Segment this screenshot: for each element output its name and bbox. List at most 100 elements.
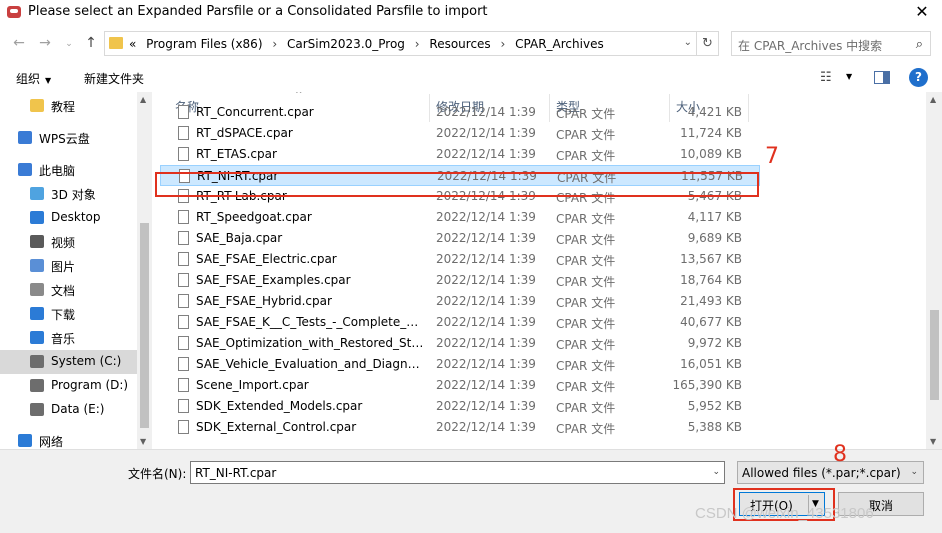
file-row[interactable]: SAE_Vehicle_Evaluation_and_Diagnost... 20… bbox=[160, 354, 760, 375]
address-row: ← → ⌄ ↑ « Program Files (x86) › CarSim20… bbox=[0, 30, 942, 58]
file-type: CPAR 文件 bbox=[556, 338, 616, 352]
file-row[interactable]: SAE_FSAE_Electric.cpar 2022/12/14 1:39 CPA… bbox=[160, 249, 760, 270]
file-size: 165,390 KB bbox=[672, 378, 742, 392]
file-row[interactable]: SAE_FSAE_Hybrid.cpar 2022/12/14 1:39 CPAR … bbox=[160, 291, 760, 312]
address-bar[interactable]: « Program Files (x86) › CarSim2023.0_Pro… bbox=[104, 31, 697, 56]
scroll-thumb[interactable] bbox=[930, 310, 939, 400]
chevron-right-icon[interactable]: › bbox=[272, 37, 277, 51]
chevron-right-icon[interactable]: › bbox=[501, 37, 506, 51]
file-size: 9,972 KB bbox=[687, 336, 742, 350]
chevron-down-icon[interactable]: ⌄ bbox=[910, 467, 918, 477]
chevron-down-icon[interactable]: ⌄ bbox=[712, 467, 720, 477]
chevron-down-icon[interactable]: ⌄ bbox=[684, 37, 692, 48]
nav-item[interactable]: 文档 bbox=[0, 278, 137, 302]
nav-item[interactable]: Data (E:) bbox=[0, 398, 137, 422]
file-date: 2022/12/14 1:39 bbox=[436, 357, 536, 371]
file-icon bbox=[178, 147, 189, 161]
nav-item[interactable]: 3D 对象 bbox=[0, 182, 137, 206]
scroll-up-icon[interactable]: ▲ bbox=[140, 95, 146, 104]
nav-item[interactable]: 教程 bbox=[0, 94, 137, 118]
recent-dropdown-icon[interactable]: ⌄ bbox=[60, 35, 78, 53]
nav-item[interactable]: 此电脑 bbox=[0, 158, 137, 182]
nav-item[interactable]: Program (D:) bbox=[0, 374, 137, 398]
nav-item[interactable]: WPS云盘 bbox=[0, 126, 137, 150]
nav-item[interactable]: System (C:) bbox=[0, 350, 137, 374]
file-size: 10,089 KB bbox=[680, 147, 742, 161]
nav-item[interactable]: Desktop bbox=[0, 206, 137, 230]
file-type-filter[interactable]: Allowed files (*.par;*.cpar) ⌄ bbox=[737, 461, 924, 484]
chevron-right-icon[interactable]: › bbox=[415, 37, 420, 51]
file-row[interactable]: RT_dSPACE.cpar 2022/12/14 1:39 CPAR 文件 11,7… bbox=[160, 123, 760, 144]
file-name: RT_Speedgoat.cpar bbox=[196, 210, 312, 224]
file-size: 21,493 KB bbox=[680, 294, 742, 308]
nav-item-label: 音乐 bbox=[51, 332, 76, 346]
file-row[interactable]: SAE_Optimization_with_Restored_Stat... 20… bbox=[160, 333, 760, 354]
scroll-up-icon[interactable]: ▲ bbox=[930, 95, 936, 104]
music-icon bbox=[30, 331, 44, 344]
filter-value: Allowed files (*.par;*.cpar) bbox=[742, 466, 901, 480]
file-row[interactable]: SDK_Extended_Models.cpar 2022/12/14 1:39 C… bbox=[160, 396, 760, 417]
back-arrow-icon[interactable]: ← bbox=[10, 34, 28, 52]
search-input[interactable]: 在 CPAR_Archives 中搜索 bbox=[738, 37, 882, 54]
organize-button[interactable]: 组织 ▼ bbox=[16, 70, 51, 87]
file-name: SDK_Extended_Models.cpar bbox=[196, 399, 363, 413]
help-icon[interactable]: ? bbox=[909, 68, 928, 87]
search-box[interactable]: 在 CPAR_Archives 中搜索 ⌕ bbox=[731, 31, 931, 56]
breadcrumb-item[interactable]: CarSim2023.0_Prog bbox=[287, 37, 405, 51]
file-name: SAE_Optimization_with_Restored_Stat... bbox=[196, 336, 424, 350]
nav-item[interactable]: 视频 bbox=[0, 230, 137, 254]
up-arrow-icon[interactable]: ↑ bbox=[82, 34, 100, 52]
refresh-icon[interactable]: ↻ bbox=[697, 31, 719, 56]
file-name: SDK_External_Control.cpar bbox=[196, 420, 357, 434]
file-row[interactable]: Scene_Import.cpar 2022/12/14 1:39 CPAR 文件 1… bbox=[160, 375, 760, 396]
file-row[interactable]: RT_Speedgoat.cpar 2022/12/14 1:39 CPAR 文件 4… bbox=[160, 207, 760, 228]
breadcrumb-item[interactable]: Resources bbox=[429, 37, 490, 51]
file-date: 2022/12/14 1:39 bbox=[436, 294, 536, 308]
search-icon[interactable]: ⌕ bbox=[916, 37, 923, 52]
file-type: CPAR 文件 bbox=[556, 317, 616, 331]
nav-item[interactable]: 下载 bbox=[0, 302, 137, 326]
file-date: 2022/12/14 1:39 bbox=[436, 420, 536, 434]
file-size: 40,677 KB bbox=[680, 315, 742, 329]
breadcrumb-item[interactable]: Program Files (x86) bbox=[146, 37, 262, 51]
file-date: 2022/12/14 1:39 bbox=[436, 126, 536, 140]
file-date: 2022/12/14 1:39 bbox=[436, 336, 536, 350]
file-icon bbox=[178, 420, 189, 434]
file-type: CPAR 文件 bbox=[556, 401, 616, 415]
file-row[interactable]: RT_ETAS.cpar 2022/12/14 1:39 CPAR 文件 10,089… bbox=[160, 144, 760, 165]
file-row[interactable]: SAE_FSAE_K__C_Tests_-_Complete_Se... 2022… bbox=[160, 312, 760, 333]
file-list-scrollbar[interactable]: ▲ ▼ bbox=[926, 92, 942, 449]
view-options-icon[interactable]: ☷ bbox=[820, 70, 832, 85]
filename-field[interactable]: RT_NI-RT.cpar ⌄ bbox=[190, 461, 725, 484]
file-row[interactable]: SDK_External_Control.cpar 2022/12/14 1:39… bbox=[160, 417, 760, 438]
file-type: CPAR 文件 bbox=[556, 275, 616, 289]
file-row[interactable]: SAE_FSAE_Examples.cpar 2022/12/14 1:39 CPA… bbox=[160, 270, 760, 291]
scroll-down-icon[interactable]: ▼ bbox=[930, 437, 936, 446]
file-date: 2022/12/14 1:39 bbox=[436, 378, 536, 392]
close-icon[interactable]: ✕ bbox=[910, 2, 934, 22]
file-date: 2022/12/14 1:39 bbox=[436, 210, 536, 224]
nav-item[interactable]: 音乐 bbox=[0, 326, 137, 350]
filename-value[interactable]: RT_NI-RT.cpar bbox=[195, 466, 276, 480]
download-icon bbox=[30, 307, 44, 320]
file-row[interactable]: SAE_Baja.cpar 2022/12/14 1:39 CPAR 文件 9,689… bbox=[160, 228, 760, 249]
nav-scrollbar[interactable]: ▲ ▼ bbox=[137, 92, 152, 449]
toolbar: 组织 ▼ 新建文件夹 ☷ ▼ ? bbox=[0, 64, 942, 92]
file-type: CPAR 文件 bbox=[556, 233, 616, 247]
file-icon bbox=[178, 294, 189, 308]
scroll-down-icon[interactable]: ▼ bbox=[140, 437, 146, 446]
forward-arrow-icon[interactable]: → bbox=[36, 34, 54, 52]
new-folder-button[interactable]: 新建文件夹 bbox=[84, 70, 144, 87]
scroll-thumb[interactable] bbox=[140, 223, 149, 428]
preview-pane-icon[interactable] bbox=[874, 71, 890, 84]
file-size: 4,117 KB bbox=[687, 210, 742, 224]
cube-icon bbox=[30, 187, 44, 200]
file-row[interactable]: RT_Concurrent.cpar 2022/12/14 1:39 CPAR 文件… bbox=[160, 102, 760, 123]
breadcrumb-item[interactable]: CPAR_Archives bbox=[515, 37, 604, 51]
nav-item-label: Desktop bbox=[51, 210, 101, 224]
nav-item[interactable]: 图片 bbox=[0, 254, 137, 278]
file-date: 2022/12/14 1:39 bbox=[436, 231, 536, 245]
breadcrumb-overflow[interactable]: « bbox=[129, 37, 136, 51]
caret-down-icon[interactable]: ▼ bbox=[846, 72, 852, 81]
title-bar: Please select an Expanded Parsfile or a … bbox=[0, 0, 942, 26]
